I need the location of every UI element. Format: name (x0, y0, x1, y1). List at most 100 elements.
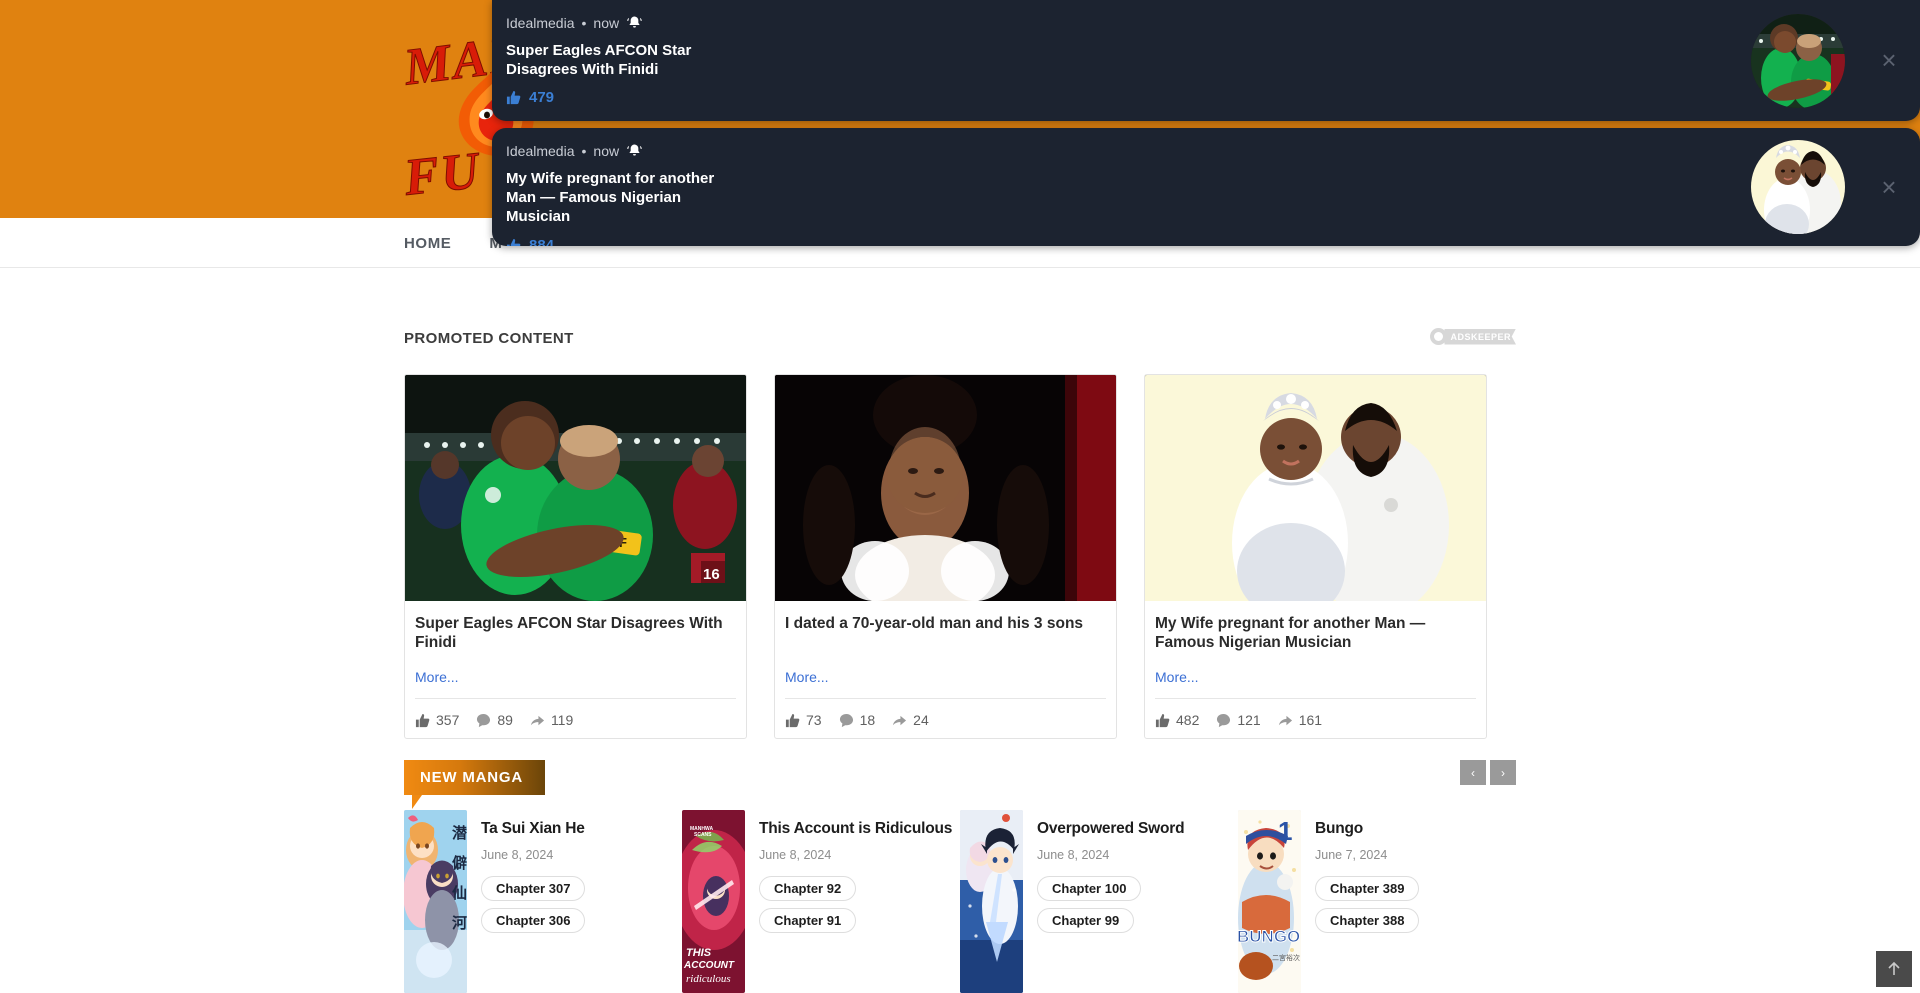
comment-icon (1217, 713, 1231, 727)
notification-separator: • (581, 14, 587, 31)
notification-time: now (593, 142, 620, 159)
manga-title[interactable]: Bungo (1315, 820, 1516, 838)
notification-headline: Super Eagles AFCON Star Disagrees With F… (506, 42, 692, 79)
manga-title[interactable]: Overpowered Sword (1037, 820, 1238, 838)
adskeeper-logo[interactable]: ADSKEEPER (1430, 328, 1516, 345)
notification-like-count: 479 (529, 89, 555, 107)
share-arrow-icon (893, 715, 907, 725)
promoted-card-more-link[interactable]: More... (1155, 669, 1476, 685)
promoted-cards-list: EAF 16 Super Eagles AFCON Star Disagrees… (404, 374, 1516, 739)
notification-likes: 884 (506, 237, 1738, 246)
comment-stat: 89 (476, 712, 513, 728)
promoted-card-image[interactable]: EAF 16 (405, 375, 746, 601)
notification-likes: 479 (506, 89, 1738, 106)
comment-count: 89 (497, 712, 513, 728)
comment-stat: 18 (839, 712, 875, 728)
thumbs-up-icon (785, 713, 800, 727)
promoted-card-more-link[interactable]: More... (785, 669, 1106, 685)
manga-item[interactable]: MANHWA SCANS THIS ACCOUNT ridiculous Thi… (682, 810, 960, 993)
notification-source: Idealmedia (506, 142, 575, 159)
manga-title[interactable]: This Account is Ridiculous (759, 820, 960, 838)
manga-title[interactable]: Ta Sui Xian He (481, 820, 682, 838)
notification-separator: • (581, 142, 587, 159)
comment-icon (477, 713, 491, 727)
svg-text:仙: 仙 (452, 884, 467, 902)
promoted-card[interactable]: My Wife pregnant for another Man — Famou… (1144, 374, 1487, 739)
manga-chapter-list: Chapter 92 Chapter 91 (759, 875, 960, 933)
divider (785, 698, 1106, 699)
promoted-card-image[interactable] (1145, 375, 1486, 601)
thumbs-up-icon (506, 238, 521, 246)
arrow-up-icon (1888, 961, 1900, 975)
promoted-card-image[interactable] (775, 375, 1116, 601)
comment-count: 121 (1237, 712, 1261, 728)
notification-close-button[interactable]: × (1858, 128, 1920, 246)
nav-item-home[interactable]: HOME (404, 235, 451, 252)
notification-thumbnail[interactable] (1751, 140, 1845, 234)
manga-item[interactable]: 1 BUNGO 二宮裕次 Bungo June 7, 2024 Chapter … (1238, 810, 1516, 993)
svg-text:BUNGO: BUNGO (1238, 927, 1300, 946)
chapter-link[interactable]: Chapter 307 (481, 875, 586, 901)
manga-chapter-list: Chapter 100 Chapter 99 (1037, 875, 1238, 933)
adskeeper-label: ADSKEEPER (1444, 328, 1516, 345)
notification-headline: My Wife pregnant for another Man — Famou… (506, 170, 715, 226)
notification-thumbnail[interactable] (1751, 13, 1845, 108)
manga-date: June 8, 2024 (1037, 847, 1110, 862)
like-count: 482 (1176, 712, 1200, 728)
svg-text:潜: 潜 (452, 824, 467, 842)
chapter-link[interactable]: Chapter 388 (1315, 907, 1420, 933)
chapter-link[interactable]: Chapter 99 (1037, 907, 1135, 933)
svg-text:SCANS: SCANS (694, 832, 712, 838)
promoted-card-stats: 73 18 24 (785, 712, 1106, 728)
share-stat: 161 (1278, 712, 1322, 728)
notification-close-button[interactable]: × (1858, 0, 1920, 121)
chapter-link[interactable]: Chapter 91 (759, 907, 857, 933)
manga-item[interactable]: Overpowered Sword June 8, 2024 Chapter 1… (960, 810, 1238, 993)
notification-source-row: Idealmedia • now (506, 142, 1738, 159)
like-stat: 73 (785, 712, 822, 728)
svg-text:ridiculous: ridiculous (686, 973, 731, 985)
manga-date: June 8, 2024 (481, 847, 554, 862)
manga-cover-image[interactable] (960, 810, 1023, 993)
manga-cover-image[interactable]: 1 BUNGO 二宮裕次 (1238, 810, 1301, 993)
chapter-link[interactable]: Chapter 92 (759, 875, 857, 901)
promoted-card-headline: I dated a 70-year-old man and his 3 sons (785, 615, 1084, 632)
svg-text:16: 16 (703, 566, 720, 583)
promoted-card[interactable]: EAF 16 Super Eagles AFCON Star Disagrees… (404, 374, 747, 739)
new-manga-badge: NEW MANGA (404, 760, 546, 809)
promoted-card-stats: 482 121 161 (1155, 712, 1476, 728)
notification-toast[interactable]: Idealmedia • now Super Eagles AFCON Star… (492, 0, 1920, 121)
carousel-next-button[interactable]: › (1490, 760, 1516, 785)
svg-text:河: 河 (452, 914, 467, 932)
carousel-prev-button[interactable]: ‹ (1460, 760, 1486, 785)
like-count: 357 (436, 712, 460, 728)
thumbs-up-icon (415, 713, 430, 727)
chapter-link[interactable]: Chapter 100 (1037, 875, 1142, 901)
promoted-card[interactable]: I dated a 70-year-old man and his 3 sons… (774, 374, 1117, 739)
share-count: 24 (913, 712, 929, 728)
svg-text:僻: 僻 (452, 854, 467, 872)
chapter-link[interactable]: Chapter 306 (481, 907, 586, 933)
notification-toast[interactable]: Idealmedia • now My Wife pregnant for an… (492, 128, 1920, 246)
chapter-link[interactable]: Chapter 389 (1315, 875, 1420, 901)
new-manga-list: 潜僻仙河 Ta Sui Xian He June 8, 2024 Chapter… (404, 810, 1516, 993)
notification-thumbnail-wrap (1738, 128, 1858, 246)
promoted-card-more-link[interactable]: More... (415, 669, 736, 685)
notification-thumbnail-wrap (1738, 0, 1858, 121)
notification-stack: Idealmedia • now Super Eagles AFCON Star… (492, 0, 1920, 246)
manga-date: June 8, 2024 (759, 847, 832, 862)
manga-item[interactable]: 潜僻仙河 Ta Sui Xian He June 8, 2024 Chapter… (404, 810, 682, 993)
share-stat: 24 (892, 712, 929, 728)
like-count: 73 (806, 712, 822, 728)
manga-cover-image[interactable]: MANHWA SCANS THIS ACCOUNT ridiculous (682, 810, 745, 993)
scroll-to-top-button[interactable] (1876, 951, 1912, 987)
thumbs-up-icon (1155, 713, 1170, 727)
manga-date: June 7, 2024 (1315, 847, 1388, 862)
comment-icon (839, 713, 853, 727)
manga-chapter-list: Chapter 389 Chapter 388 (1315, 875, 1516, 933)
manga-cover-image[interactable]: 潜僻仙河 (404, 810, 467, 993)
divider (415, 698, 736, 699)
svg-text:ACCOUNT: ACCOUNT (683, 960, 735, 971)
notification-source: Idealmedia (506, 14, 575, 31)
promoted-card-headline: My Wife pregnant for another Man — Famou… (1155, 615, 1426, 651)
